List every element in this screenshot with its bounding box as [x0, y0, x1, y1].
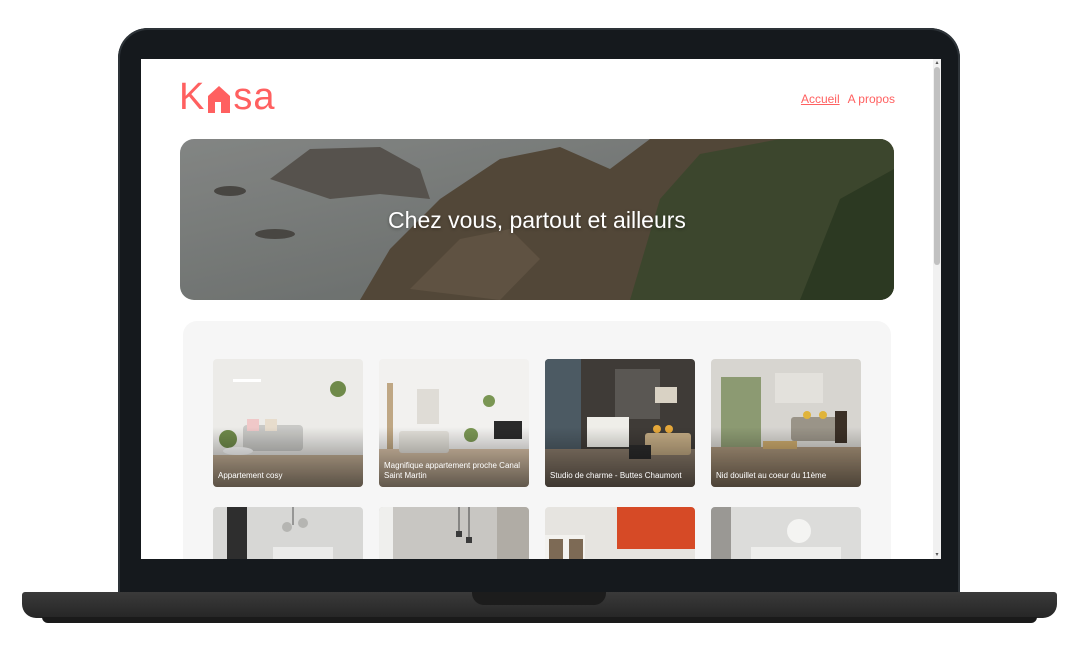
lodging-card[interactable] [379, 507, 529, 559]
nav-link-a-propos[interactable]: A propos [848, 92, 895, 106]
lodging-card[interactable]: Nid douillet au coeur du 11ème [711, 359, 861, 487]
banner-title: Chez vous, partout et ailleurs [388, 207, 686, 233]
lodging-card[interactable] [545, 507, 695, 559]
card-title: Studio de charme - Buttes Chaumont [550, 471, 682, 480]
nav-link-accueil[interactable]: Accueil [801, 92, 840, 106]
lodging-card[interactable]: Appartement cosy [213, 359, 363, 487]
scroll-down-arrow-icon[interactable]: ▾ [933, 551, 941, 559]
card-title: Nid douillet au coeur du 11ème [716, 471, 827, 480]
logo-letter-k: K [179, 75, 206, 118]
hero-banner: Chez vous, partout et ailleurs [180, 139, 894, 300]
main-nav: Accueil A propos [801, 92, 895, 106]
laptop-base-foot [42, 617, 1037, 623]
lodging-card[interactable]: Studio de charme - Buttes Chaumont [545, 359, 695, 487]
card-photo [545, 507, 695, 559]
card-photo [379, 507, 529, 559]
lodging-card[interactable] [213, 507, 363, 559]
card-title: Appartement cosy [218, 471, 283, 480]
lodging-gallery: Appartement cosy Magnifique appartement … [183, 321, 891, 559]
page-scrollbar[interactable]: ▴ ▾ [933, 59, 941, 559]
laptop-notch [472, 592, 606, 605]
lodging-card[interactable]: Magnifique appartement proche Canal Sain… [379, 359, 529, 487]
scroll-up-arrow-icon[interactable]: ▴ [933, 59, 941, 67]
card-title: Magnifique appartement proche Canal Sain… [384, 461, 521, 480]
house-icon [206, 80, 232, 114]
logo-letters-sa: sa [233, 75, 276, 118]
browser-viewport: K sa Accueil A propos Chez vous, partout… [141, 59, 941, 559]
card-photo [213, 507, 363, 559]
kasa-logo[interactable]: K sa [179, 75, 276, 119]
scrollbar-thumb[interactable] [934, 67, 940, 265]
lodging-card[interactable] [711, 507, 861, 559]
card-photo [711, 507, 861, 559]
